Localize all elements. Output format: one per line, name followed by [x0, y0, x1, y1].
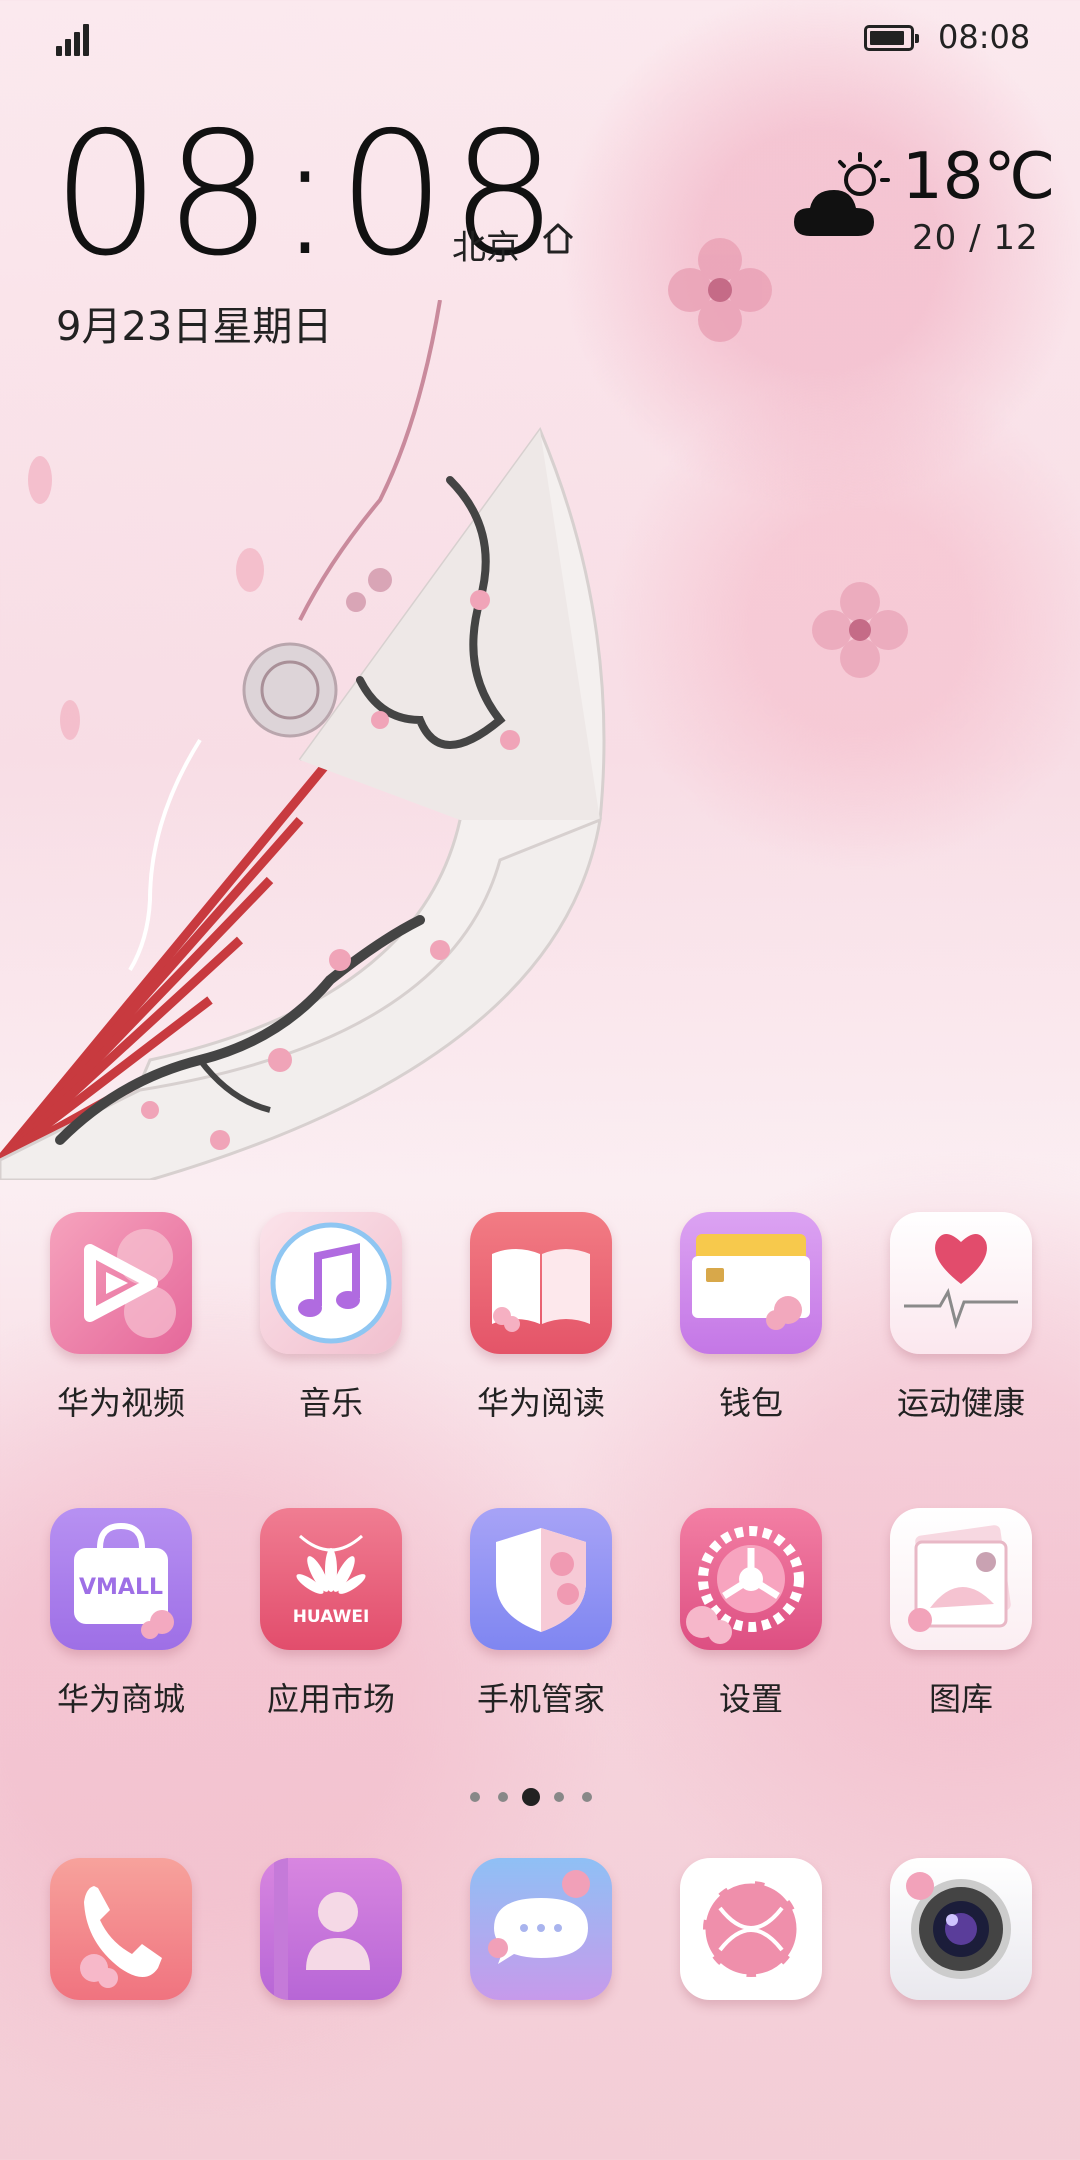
huawei-logo-text: HUAWEI [293, 1607, 370, 1627]
app-label: 图库 [928, 1680, 993, 1718]
battery-icon [864, 25, 919, 51]
app-label: 音乐 [298, 1384, 363, 1422]
app-settings[interactable]: 设置 [630, 1508, 830, 1768]
app-phone-manager[interactable]: 手机管家 [420, 1508, 620, 1768]
app-label: 华为视频 [56, 1384, 185, 1422]
app-label: 华为商城 [56, 1680, 185, 1718]
app-gallery[interactable]: 图库 [840, 1508, 1040, 1768]
dock-camera[interactable] [840, 1858, 1040, 2118]
music-note-icon [260, 1212, 402, 1354]
home-icon [542, 223, 574, 254]
heart-pulse-icon [890, 1212, 1032, 1354]
app-label: 华为阅读 [476, 1384, 605, 1422]
app-health[interactable]: 运动健康 [840, 1212, 1040, 1472]
app-label: 手机管家 [476, 1680, 605, 1718]
contacts-icon [260, 1858, 402, 2000]
dock-phone[interactable] [0, 1858, 200, 2118]
wallet-card-icon [680, 1212, 822, 1354]
app-label: 钱包 [718, 1384, 783, 1422]
wallpaper-fan-illustration [0, 300, 606, 1180]
page-dot-active[interactable] [522, 1788, 540, 1806]
app-label: 运动健康 [896, 1384, 1025, 1422]
camera-icon [890, 1858, 1032, 2000]
app-wallet[interactable]: 钱包 [630, 1212, 830, 1472]
app-music[interactable]: 音乐 [210, 1212, 410, 1472]
dock-contacts[interactable] [210, 1858, 410, 2118]
dock-browser[interactable] [630, 1858, 830, 2118]
app-huawei-reader[interactable]: 华为阅读 [420, 1212, 620, 1472]
temperature[interactable]: 18℃ [902, 140, 1055, 214]
page-dot[interactable] [470, 1792, 480, 1802]
page-dot[interactable] [582, 1792, 592, 1802]
city-label[interactable]: 北京 [452, 220, 520, 269]
app-appgallery[interactable]: HUAWEI 应用市场 [210, 1508, 410, 1768]
page-dot[interactable] [554, 1792, 564, 1802]
gear-icon [680, 1508, 822, 1650]
page-indicator[interactable] [470, 1786, 610, 1810]
app-label: 应用市场 [266, 1680, 395, 1718]
messages-icon [470, 1858, 612, 2000]
blossom-decoration [668, 238, 772, 342]
app-vmall[interactable]: VMALL 华为商城 [0, 1508, 200, 1768]
book-icon [470, 1212, 612, 1354]
partly-cloudy-icon[interactable] [788, 150, 898, 250]
app-huawei-video[interactable]: 华为视频 [0, 1212, 200, 1472]
app-label: 设置 [718, 1680, 783, 1718]
page-dot[interactable] [498, 1792, 508, 1802]
shield-icon [470, 1508, 612, 1650]
signal-icon [56, 22, 92, 56]
status-time: 08:08 [938, 18, 1031, 56]
shopping-bag-icon: VMALL [50, 1508, 192, 1650]
phone-icon [50, 1858, 192, 2000]
video-play-icon [50, 1212, 192, 1354]
photo-gallery-icon [890, 1508, 1032, 1650]
browser-icon [680, 1858, 822, 2000]
vmall-logo-text: VMALL [79, 1575, 163, 1600]
blossom-decoration [812, 582, 908, 678]
status-bar: 08:08 [0, 0, 1080, 80]
temperature-range: 20 / 12 [912, 218, 1039, 258]
dock-messages[interactable] [420, 1858, 620, 2118]
huawei-logo-icon: HUAWEI [260, 1508, 402, 1650]
